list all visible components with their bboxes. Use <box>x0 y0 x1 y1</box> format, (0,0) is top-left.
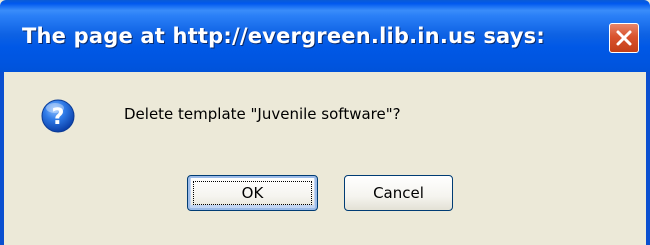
cancel-button-label: Cancel <box>373 184 424 202</box>
close-button[interactable] <box>609 23 639 53</box>
cancel-button[interactable]: Cancel <box>344 175 453 211</box>
confirm-dialog: The page at http://evergreen.lib.in.us s… <box>0 0 650 245</box>
svg-text:?: ? <box>52 105 65 130</box>
ok-button[interactable]: OK <box>187 175 318 211</box>
close-icon <box>615 29 633 47</box>
dialog-message: Delete template "Juvenile software"? <box>124 105 401 123</box>
dialog-frame-right <box>646 72 650 245</box>
dialog-content: ? Delete template "Juvenile software"? O… <box>4 72 646 245</box>
ok-button-label: OK <box>241 184 264 202</box>
dialog-title: The page at http://evergreen.lib.in.us s… <box>22 24 545 48</box>
question-icon: ? <box>41 99 75 133</box>
